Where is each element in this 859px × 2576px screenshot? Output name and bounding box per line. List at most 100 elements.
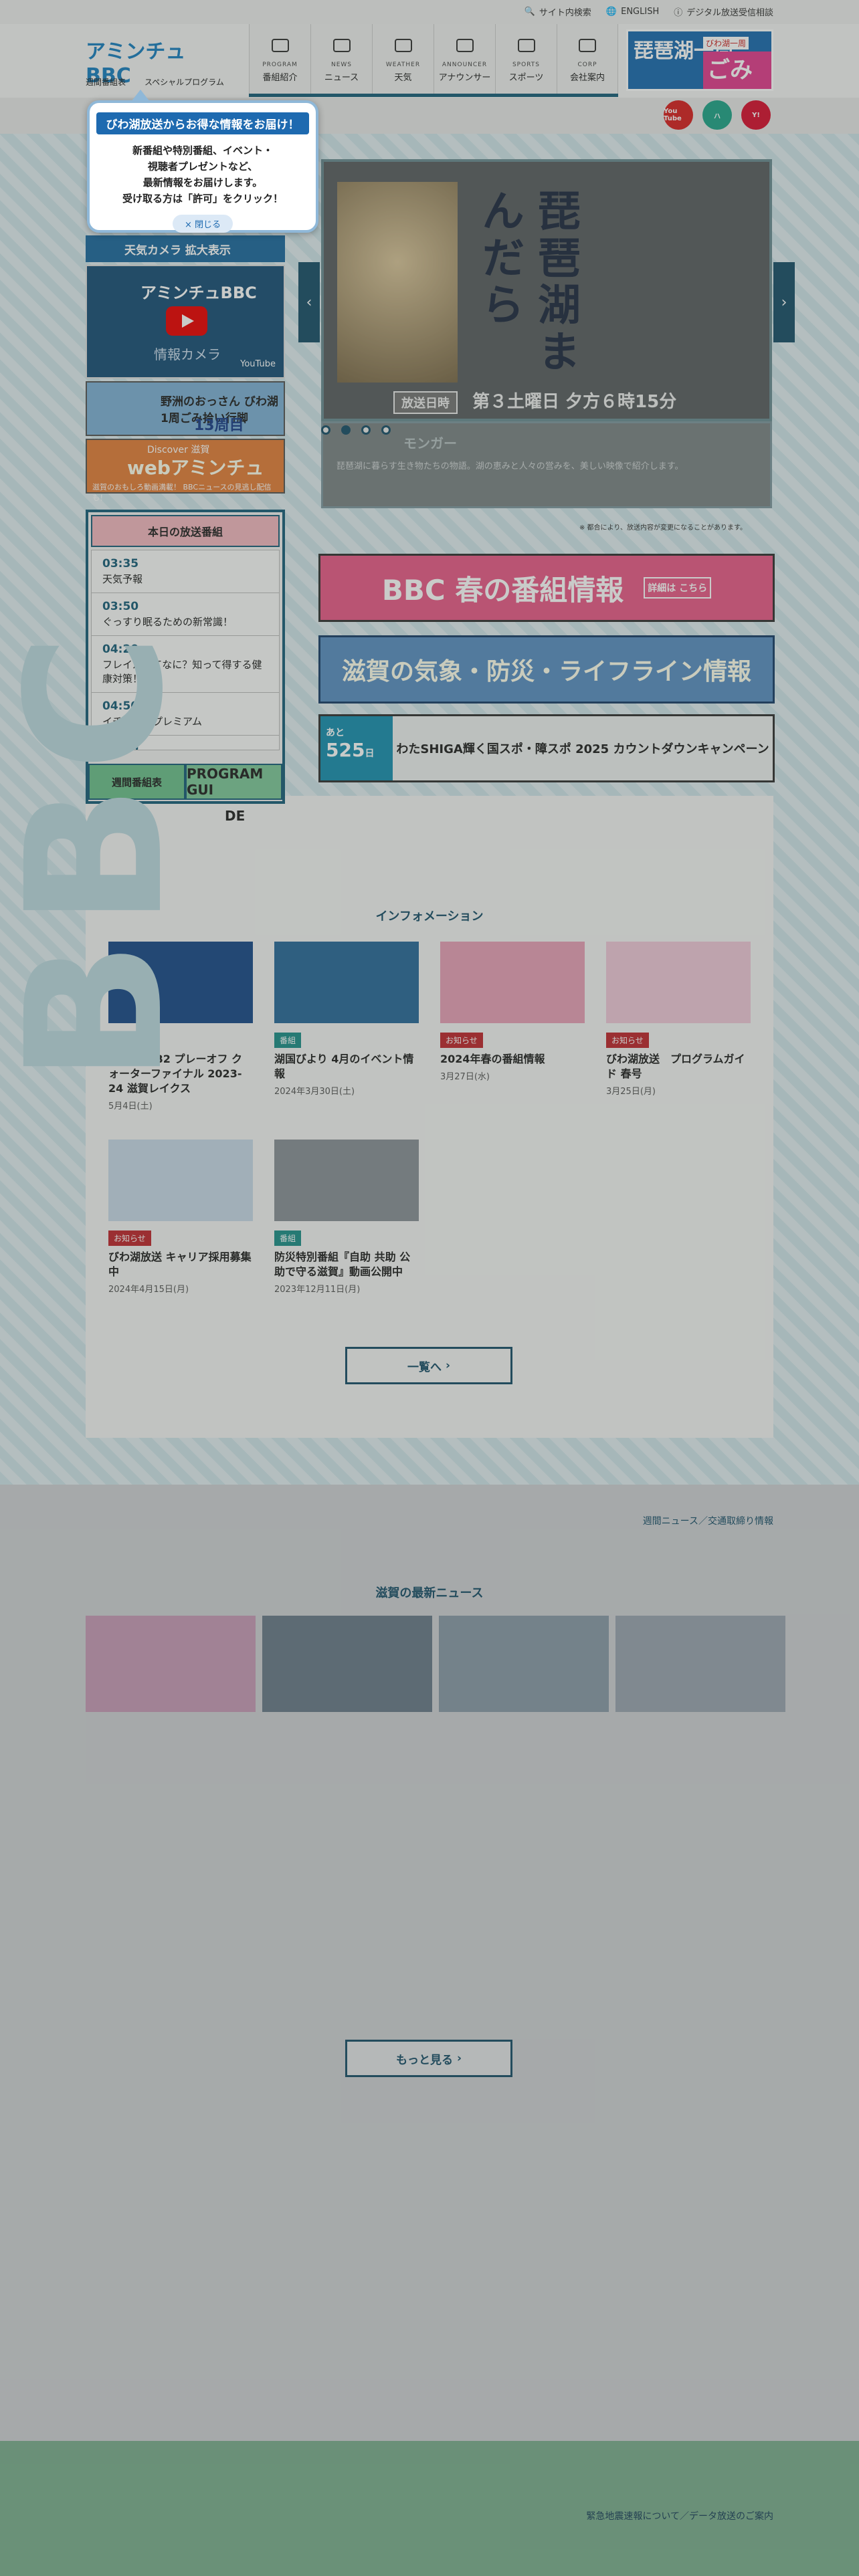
digital-help-link[interactable]: ⓘ デジタル放送受信相談 — [674, 5, 773, 18]
english-link[interactable]: 🌐 ENGLISH — [606, 5, 659, 18]
weather-banner-text: 滋賀の気象・防災・ライフライン情報 — [341, 658, 751, 685]
popup-line: 視聴者プレゼントなど、 — [147, 160, 258, 173]
weekly-schedule-link[interactable]: 週間番組表 — [86, 76, 126, 88]
nav-item-corp[interactable]: CORP 会社案内 — [557, 24, 618, 94]
nav-label-en: WEATHER — [385, 62, 421, 68]
news-more-label: もっと見る — [396, 2053, 454, 2067]
carousel-prev-button[interactable]: ‹ — [298, 262, 320, 342]
info-card-badge: 番組 — [274, 1230, 302, 1246]
nav-item-announcer[interactable]: ANNOUNCER アナウンサー — [434, 24, 495, 94]
carousel-dot[interactable] — [361, 425, 371, 435]
info-card[interactable]: お知らせびわ湖放送 キャリア採用募集中 2024年4月15日(月) — [108, 1140, 253, 1295]
main-nav: PROGRAM 番組紹介 NEWS ニュース WEATHER 天気 ANNOUNCER アナウ… — [249, 24, 618, 94]
youtube-icon[interactable]: You Tube — [664, 100, 693, 130]
footer: 緊急地震速報について／データ放送のご案内 — [0, 2441, 859, 2576]
info-card-title: 防災特別番組『自助 共助 公助で守る滋賀』動画公開中 — [274, 1251, 411, 1278]
nav-item-weather[interactable]: WEATHER 天気 — [372, 24, 434, 94]
weather-camera-link[interactable]: 天気カメラ 拡大表示 — [86, 235, 285, 262]
site-logo[interactable]: アミンチュ BBC — [86, 35, 213, 88]
nav-underline — [249, 94, 618, 97]
carousel-dot[interactable] — [341, 425, 351, 435]
news-more-button[interactable]: もっと見る › — [345, 2040, 512, 2077]
social-links: You Tube ハ Y! — [664, 100, 771, 130]
info-card-image — [274, 1140, 419, 1221]
countdown-days: あと 525日 — [320, 716, 393, 780]
info-card-date: 5月4日(土) — [108, 1101, 153, 1111]
popup-title: びわ湖放送からお得な情報をお届け！ — [96, 112, 309, 134]
banner-tag: びわ湖一周 — [703, 37, 749, 49]
header: アミンチュ BBC 週間番組表 スペシャルプログラム PROGRAM 番組紹介 NE… — [0, 24, 859, 98]
gomi-hiroi-banner[interactable]: 琵琶湖一周 びわ湖一周 ごみ拾い — [626, 29, 773, 91]
info-card-image — [606, 942, 751, 1023]
special-program-link[interactable]: スペシャルプログラム — [145, 76, 224, 88]
info-card-image — [108, 1140, 253, 1221]
info-card-image — [274, 942, 419, 1023]
hashtag-icon[interactable]: ハ — [702, 100, 732, 130]
carousel-slide[interactable]: 琵琶湖まんだら 放送日時 第３土曜日 夕方６時15分 — [321, 159, 772, 421]
info-card-date: 2024年4月15日(月) — [108, 1285, 189, 1295]
popup-body: 新番組や特別番組、イベント・ 視聴者プレゼントなど、 最新情報をお届けします。 … — [90, 142, 316, 207]
nav-item-news[interactable]: NEWS ニュース — [310, 24, 372, 94]
carousel-dot[interactable] — [321, 425, 330, 435]
page: 🔍 サイト内検索 🌐 ENGLISH ⓘ デジタル放送受信相談 アミンチュ BBC 週… — [0, 0, 859, 2576]
schedule-program: 天気予報 — [102, 573, 143, 585]
news-thumbnail[interactable] — [262, 1616, 432, 1712]
info-card[interactable]: お知らせ びわ湖放送 プログラムガイド 春号 3月25日(月) — [606, 942, 751, 1097]
popup-line: 新番組や特別番組、イベント・ — [132, 144, 273, 156]
weather-camera-label: 天気カメラ 拡大表示 — [124, 243, 231, 257]
discover-shiga-banner[interactable]: Discover 滋賀 webアミンチュ 滋賀のおもしろ動画満載！ BBCニュー… — [86, 439, 285, 502]
info-more-button[interactable]: 一覧へ › — [345, 1347, 512, 1384]
nav-item-program[interactable]: PROGRAM 番組紹介 — [249, 24, 310, 94]
footer-links[interactable]: 緊急地震速報について／データ放送のご案内 — [586, 2509, 773, 2523]
globe-icon: 🌐 — [605, 7, 617, 17]
site-search-link[interactable]: 🔍 サイト内検索 — [524, 5, 591, 18]
chevron-right-icon: › — [781, 294, 787, 311]
info-card-date: 2023年12月11日(月) — [274, 1285, 361, 1295]
news-links[interactable]: 週間ニュース／交通取締り情報 — [643, 1514, 773, 1527]
info-card[interactable]: 番組防災特別番組『自助 共助 公助で守る滋賀』動画公開中 2023年12月11日(… — [274, 1140, 419, 1295]
notification-popup: びわ湖放送からお得な情報をお届け！ 新番組や特別番組、イベント・ 視聴者プレゼン… — [87, 90, 318, 233]
program-guide-overflow: DE — [225, 808, 246, 824]
schedule-row[interactable]: 03:35 天気予報 — [92, 550, 279, 593]
decorative-bbc-letters: BBC — [0, 620, 205, 1083]
yahoo-icon[interactable]: Y! — [741, 100, 771, 130]
weather-disaster-banner[interactable]: 滋賀の気象・防災・ライフライン情報 — [318, 635, 775, 704]
sub-nav: 週間番組表 スペシャルプログラム — [86, 76, 224, 88]
youtube-logo: YouTube — [240, 359, 276, 369]
nav-item-sports[interactable]: SPORTS スポーツ — [495, 24, 557, 94]
spring-banner-tag: 詳細は こちら — [644, 577, 712, 599]
popup-line: 受け取る方は「許可」をクリック！ — [122, 193, 283, 205]
info-card-badge: お知らせ — [440, 1033, 483, 1048]
ojisan-round: 13周目 — [194, 417, 244, 434]
nav-label-ja: 天気 — [394, 73, 412, 83]
info-card[interactable]: お知らせ 2024年春の番組情報 3月27日(水) — [440, 942, 585, 1082]
info-card-badge: お知らせ — [108, 1230, 151, 1246]
popup-close-button[interactable]: × 閉じる — [172, 215, 233, 233]
news-thumbnails — [86, 1616, 785, 1712]
news-thumbnail[interactable] — [86, 1616, 256, 1712]
play-icon[interactable] — [166, 306, 207, 336]
countdown-banner[interactable]: あと 525日 わたSHIGA輝く国スポ・障スポ 2025 カウントダウンキャンペ… — [318, 714, 775, 782]
info-card-title: 湖国びより 4月のイベント情報 — [274, 1053, 414, 1080]
nav-label-en: CORP — [577, 62, 597, 68]
spring-program-banner[interactable]: BBC 春の番組情報 詳細は こちら — [318, 554, 775, 622]
news-thumbnail[interactable] — [615, 1616, 785, 1712]
info-card-title: びわ湖放送 キャリア採用募集中 — [108, 1251, 252, 1278]
news-heading: 滋賀の最新ニュース — [375, 1586, 484, 1600]
news-thumbnail[interactable] — [439, 1616, 609, 1712]
carousel-next-button[interactable]: › — [773, 262, 795, 342]
hero-carousel: 琵琶湖まんだら 放送日時 第３土曜日 夕方６時15分 モンガー 琵琶湖に暮らす生き… — [318, 156, 775, 531]
youtube-embed[interactable]: アミンチュBBC 情報カメラ YouTube — [86, 265, 285, 379]
carousel-dots — [321, 425, 391, 435]
nav-label-ja: 会社案内 — [569, 73, 605, 83]
nav-label-en: ANNOUNCER — [442, 62, 488, 68]
yasu-ojisan-banner[interactable]: 野洲のおっさん びわ湖1周ごみ拾い行脚 13周目 — [86, 381, 285, 436]
desc-heading: モンガー — [403, 435, 457, 451]
search-icon: 🔍 — [524, 7, 535, 17]
video-title: アミンチュBBC — [140, 284, 257, 302]
info-card[interactable]: 番組 湖国びより 4月のイベント情報 2024年3月30日(土) — [274, 942, 419, 1097]
tv-icon — [269, 36, 292, 56]
popup-line: 最新情報をお届けします。 — [142, 177, 263, 189]
carousel-dot[interactable] — [381, 425, 391, 435]
site-search-label: サイト内検索 — [539, 8, 591, 18]
